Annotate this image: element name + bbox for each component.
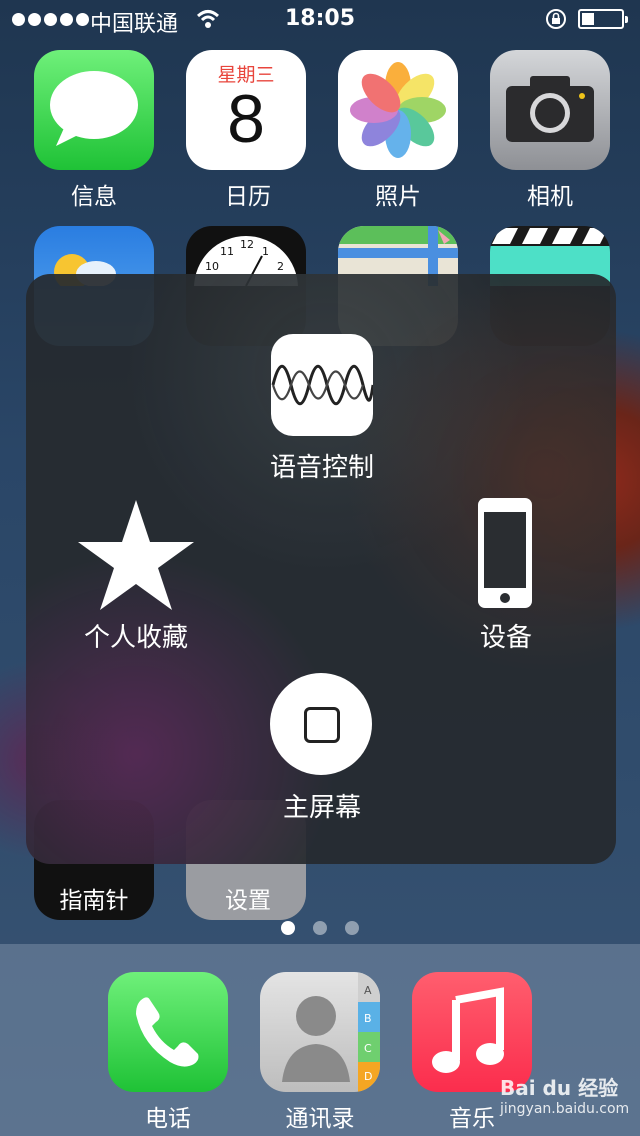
camera-icon xyxy=(506,76,594,142)
clock-number: 11 xyxy=(220,245,234,258)
compass-label: 指南针 xyxy=(59,888,129,914)
device-label: 设备 xyxy=(479,623,532,653)
voice-control-label: 语音控制 xyxy=(269,453,374,483)
contacts-tab-a: A xyxy=(364,984,372,997)
photos-icon xyxy=(350,62,446,158)
baidu-watermark: Bai du 经验 jingyan.baidu.com xyxy=(500,1072,629,1117)
phone-icon xyxy=(136,997,199,1067)
calendar-app[interactable]: 星期三 8 xyxy=(186,50,306,170)
calendar-day: 8 xyxy=(227,81,265,157)
battery-icon xyxy=(578,9,628,29)
contacts-tab-b: B xyxy=(364,1012,372,1025)
home-label: 主屏幕 xyxy=(282,793,361,823)
device-icon[interactable] xyxy=(476,496,534,610)
home-button[interactable] xyxy=(270,673,372,775)
clock-time: 18:05 xyxy=(284,6,356,31)
messages-app[interactable] xyxy=(34,50,154,170)
clock-number: 1 xyxy=(262,245,269,258)
contacts-icon: A B C D xyxy=(282,972,380,1092)
page-dot[interactable] xyxy=(313,921,327,935)
assistive-touch-menu: 语音控制 个人收藏 设备 主屏幕 xyxy=(26,274,616,864)
phone-label: 电话 xyxy=(145,1106,191,1132)
rotation-lock-icon xyxy=(546,9,566,29)
clock-number: 12 xyxy=(240,238,254,251)
clock-number: 10 xyxy=(205,260,219,273)
phone-app[interactable] xyxy=(108,972,228,1092)
contacts-label: 通讯录 xyxy=(285,1106,355,1132)
contacts-tab-d: D xyxy=(364,1070,372,1083)
contacts-app[interactable]: A B C D xyxy=(260,972,380,1092)
page-indicator[interactable] xyxy=(281,921,359,935)
photos-app[interactable] xyxy=(338,50,458,170)
camera-label: 相机 xyxy=(527,184,573,210)
photos-label: 照片 xyxy=(375,184,421,210)
messages-icon xyxy=(50,71,138,146)
favorites-label: 个人收藏 xyxy=(83,623,188,653)
star-icon[interactable] xyxy=(76,498,196,612)
watermark-url: jingyan.baidu.com xyxy=(500,1101,630,1117)
clock-number: 2 xyxy=(277,260,284,273)
page-dot[interactable] xyxy=(281,921,295,935)
page-dot[interactable] xyxy=(345,921,359,935)
waveform-icon xyxy=(271,364,375,406)
home-square-icon xyxy=(304,707,340,743)
calendar-label: 日历 xyxy=(225,184,271,210)
messages-label: 信息 xyxy=(71,184,117,210)
settings-label: 设置 xyxy=(225,888,271,914)
camera-app[interactable] xyxy=(490,50,610,170)
watermark-brand: Bai du 经验 xyxy=(500,1076,619,1100)
voice-control-button[interactable] xyxy=(271,334,375,436)
status-bar: 中国联通 18:05 xyxy=(0,0,640,40)
contacts-tab-c: C xyxy=(364,1042,372,1055)
